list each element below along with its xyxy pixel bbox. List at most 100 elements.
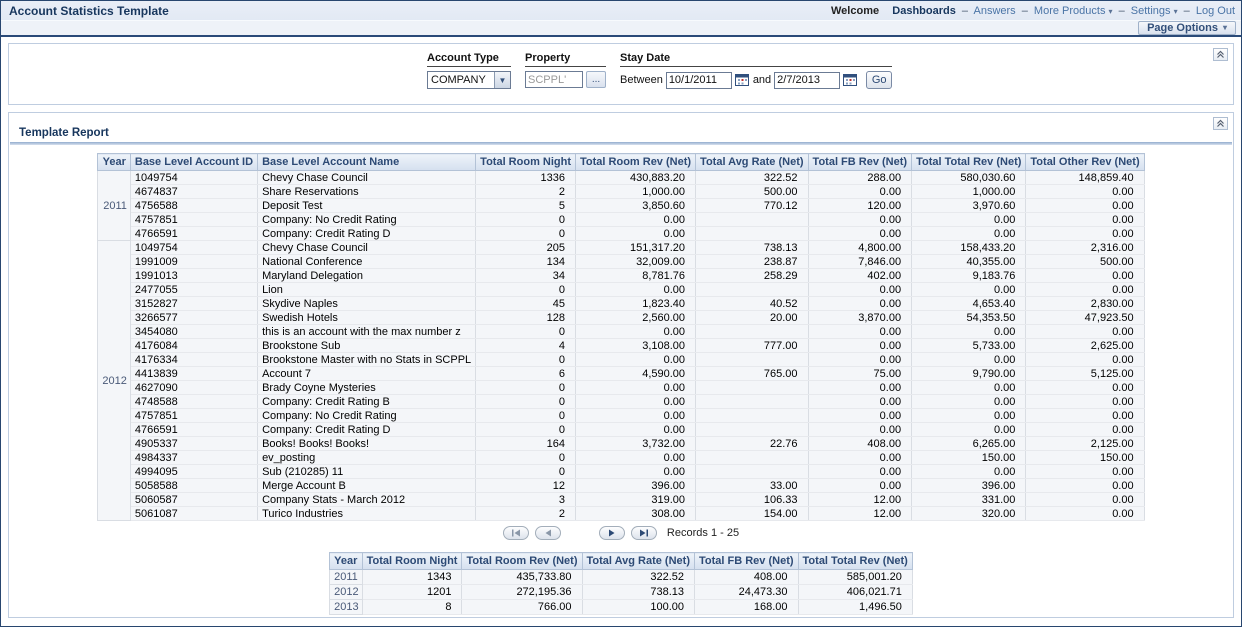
page-options-label: Page Options: [1147, 22, 1218, 34]
chevron-down-icon[interactable]: ▼: [494, 72, 510, 88]
calendar-icon[interactable]: [735, 73, 750, 87]
nav-answers-link[interactable]: Answers: [973, 5, 1015, 17]
table-cell: 1991013: [130, 269, 257, 283]
table-cell: 0.00: [576, 213, 696, 227]
column-header: Total Total Rev (Net): [798, 553, 912, 570]
table-cell: Company: Credit Rating D: [258, 227, 476, 241]
table-cell: 0.00: [576, 227, 696, 241]
table-cell: 500.00: [1026, 255, 1144, 269]
table-cell: Account 7: [258, 367, 476, 381]
table-cell: [696, 423, 809, 437]
table-cell: 272,195.36: [462, 585, 582, 600]
table-cell: 0.00: [808, 283, 912, 297]
table-cell: 0.00: [808, 423, 912, 437]
stay-date-to-input[interactable]: [774, 72, 840, 89]
table-cell: 2,125.00: [1026, 437, 1144, 451]
table-row: 4766591Company: Credit Rating D00.000.00…: [98, 227, 1144, 241]
chevron-down-icon[interactable]: ▾: [1109, 7, 1113, 16]
top-header: Account Statistics Template Welcome Dash…: [1, 1, 1241, 35]
column-header: Year: [330, 553, 362, 570]
table-cell: 4756588: [130, 199, 257, 213]
stay-date-from-input[interactable]: [666, 72, 732, 89]
nav-more-products-link[interactable]: More Products: [1034, 5, 1106, 17]
pagination-first-button[interactable]: [503, 526, 529, 540]
summary-table-body: 20111343435,733.80322.52408.00585,001.20…: [330, 570, 913, 615]
table-cell: 396.00: [576, 479, 696, 493]
table-cell: [696, 283, 809, 297]
table-cell: 0.00: [808, 213, 912, 227]
table-cell: 150.00: [1026, 451, 1144, 465]
table-cell: 777.00: [696, 339, 809, 353]
pagination-previous-button[interactable]: [535, 526, 561, 540]
table-cell: 8: [362, 600, 462, 615]
pagination-next-button[interactable]: [599, 526, 625, 540]
table-cell: 435,733.80: [462, 570, 582, 585]
account-type-filter: Account Type COMPANY ▼: [427, 52, 511, 89]
table-cell: 0.00: [576, 381, 696, 395]
collapse-section-button[interactable]: [1213, 117, 1228, 130]
table-cell: 2477055: [130, 283, 257, 297]
go-button[interactable]: Go: [866, 71, 892, 89]
table-cell: 258.29: [696, 269, 809, 283]
filter-panel: Account Type COMPANY ▼ Property ... Stay…: [8, 43, 1234, 105]
table-cell: 12.00: [808, 507, 912, 521]
table-cell: 308.00: [576, 507, 696, 521]
property-input[interactable]: [525, 71, 583, 88]
table-cell: 5,733.00: [912, 339, 1026, 353]
column-header: Base Level Account ID: [130, 154, 257, 171]
table-row: 5060587Company Stats - March 20123319.00…: [98, 493, 1144, 507]
table-cell: 3: [476, 493, 576, 507]
table-cell: 2,830.00: [1026, 297, 1144, 311]
table-row: 20121201272,195.36738.1324,473.30406,021…: [330, 585, 913, 600]
table-cell: 1,823.40: [576, 297, 696, 311]
nav-log-out-link[interactable]: Log Out: [1196, 5, 1235, 17]
table-cell: 0: [476, 213, 576, 227]
table-cell: 168.00: [695, 600, 799, 615]
table-cell: Share Reservations: [258, 185, 476, 199]
column-header: Total Avg Rate (Net): [696, 154, 809, 171]
property-browse-button[interactable]: ...: [586, 71, 606, 88]
table-cell: 3,732.00: [576, 437, 696, 451]
year-group-cell: 2012: [98, 241, 130, 521]
page-options-button[interactable]: Page Options ▾: [1138, 21, 1236, 35]
table-cell: 45: [476, 297, 576, 311]
pagination-bar: Records 1 - 25: [9, 526, 1233, 540]
collapse-section-button[interactable]: [1213, 48, 1228, 61]
table-cell: 22.76: [696, 437, 809, 451]
calendar-icon[interactable]: [843, 73, 858, 87]
table-cell: 32,009.00: [576, 255, 696, 269]
table-cell: 3,850.60: [576, 199, 696, 213]
table-cell: 331.00: [912, 493, 1026, 507]
account-type-value: COMPANY: [428, 74, 494, 86]
table-cell: 3,108.00: [576, 339, 696, 353]
table-cell: Company: No Credit Rating: [258, 213, 476, 227]
table-cell: Company: Credit Rating B: [258, 395, 476, 409]
table-cell: 0.00: [808, 185, 912, 199]
table-cell: 164: [476, 437, 576, 451]
nav-dashboards-link[interactable]: Dashboards: [892, 5, 956, 17]
table-cell: 5060587: [130, 493, 257, 507]
report-title: Template Report: [19, 127, 1233, 142]
pagination-last-button[interactable]: [631, 526, 657, 540]
table-cell: 0.00: [576, 395, 696, 409]
table-cell: 0: [476, 451, 576, 465]
table-cell: 4757851: [130, 409, 257, 423]
table-cell: 2,560.00: [576, 311, 696, 325]
table-cell: 6,265.00: [912, 437, 1026, 451]
table-cell: 1,000.00: [912, 185, 1026, 199]
account-type-select[interactable]: COMPANY ▼: [427, 71, 511, 89]
column-header: Total FB Rev (Net): [808, 154, 912, 171]
chevron-down-icon[interactable]: ▾: [1174, 7, 1178, 16]
table-cell: 100.00: [582, 600, 695, 615]
table-cell: 4413839: [130, 367, 257, 381]
table-cell: 2,625.00: [1026, 339, 1144, 353]
table-cell: 320.00: [912, 507, 1026, 521]
table-cell: 0.00: [808, 297, 912, 311]
table-row: 4756588Deposit Test53,850.60770.12120.00…: [98, 199, 1144, 213]
nav-settings-link[interactable]: Settings: [1131, 5, 1171, 17]
table-cell: 0: [476, 465, 576, 479]
table-row: 4627090Brady Coyne Mysteries00.000.000.0…: [98, 381, 1144, 395]
table-cell: [696, 409, 809, 423]
table-cell: 0.00: [808, 227, 912, 241]
table-cell: 0.00: [808, 339, 912, 353]
